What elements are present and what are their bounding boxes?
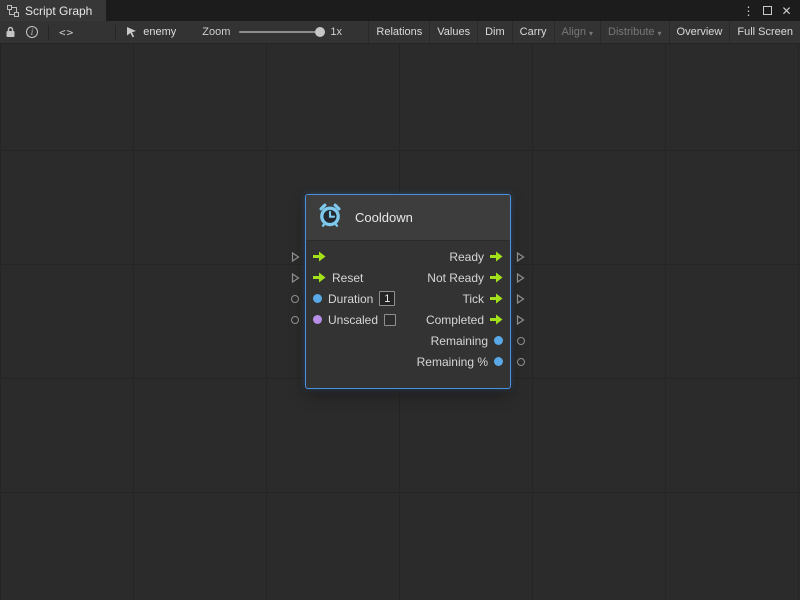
unscaled-input-port[interactable] bbox=[291, 316, 299, 324]
number-port-icon[interactable] bbox=[494, 357, 503, 366]
script-graph-icon bbox=[7, 5, 19, 17]
number-port-icon[interactable] bbox=[313, 294, 322, 303]
values-button[interactable]: Values bbox=[429, 21, 477, 43]
flow-exit-icon[interactable] bbox=[490, 251, 503, 262]
chevron-down-icon: ▾ bbox=[658, 29, 662, 38]
port-label: Not Ready bbox=[427, 272, 484, 284]
port-label: Remaining bbox=[431, 335, 488, 347]
node-title: Cooldown bbox=[355, 210, 413, 225]
button-label: Dim bbox=[485, 26, 505, 38]
carry-button[interactable]: Carry bbox=[512, 21, 554, 43]
node-row: Duration Tick bbox=[306, 288, 510, 309]
toolbar-separator bbox=[115, 25, 116, 40]
alarm-clock-icon bbox=[315, 200, 345, 235]
button-label: Values bbox=[437, 26, 470, 38]
port-label: Tick bbox=[462, 293, 484, 305]
node-row: Unscaled Completed bbox=[306, 309, 510, 330]
flow-exit-icon[interactable] bbox=[490, 314, 503, 325]
flow-input-port[interactable] bbox=[291, 251, 300, 262]
full-screen-button[interactable]: Full Screen bbox=[729, 21, 800, 43]
button-label: Full Screen bbox=[737, 26, 793, 38]
zoom-slider[interactable] bbox=[239, 31, 325, 33]
completed-output-port[interactable] bbox=[516, 314, 525, 325]
dim-button[interactable]: Dim bbox=[477, 21, 512, 43]
tab-script-graph[interactable]: Script Graph bbox=[0, 0, 106, 21]
toolbar-separator bbox=[48, 25, 49, 40]
node-row: Ready bbox=[306, 246, 510, 267]
maximize-button[interactable] bbox=[759, 0, 776, 21]
tick-output-port[interactable] bbox=[516, 293, 525, 304]
code-icon: <> bbox=[59, 26, 74, 39]
flow-enter-icon[interactable] bbox=[313, 251, 326, 262]
port-label: Unscaled bbox=[328, 314, 378, 326]
port-label: Completed bbox=[426, 314, 484, 326]
not-ready-output-port[interactable] bbox=[516, 272, 525, 283]
node-row: Reset Not Ready bbox=[306, 267, 510, 288]
code-preview-button[interactable]: <> bbox=[54, 21, 79, 43]
reset-input-port[interactable] bbox=[291, 272, 300, 283]
distribute-dropdown[interactable]: Distribute ▾ bbox=[600, 21, 668, 43]
flow-exit-icon[interactable] bbox=[490, 272, 503, 283]
node-header[interactable]: Cooldown bbox=[306, 195, 510, 241]
port-label: Remaining % bbox=[417, 356, 488, 368]
align-dropdown[interactable]: Align ▾ bbox=[554, 21, 600, 43]
port-label: Reset bbox=[332, 272, 363, 284]
button-label: Align bbox=[562, 26, 586, 38]
unscaled-checkbox[interactable] bbox=[384, 314, 396, 326]
toolbar-buttons: Relations Values Dim Carry Align ▾ Distr… bbox=[368, 21, 800, 43]
overview-button[interactable]: Overview bbox=[669, 21, 730, 43]
remaining-percent-output-port[interactable] bbox=[517, 358, 525, 366]
cooldown-node[interactable]: Cooldown Ready bbox=[306, 195, 510, 388]
zoom-value: 1x bbox=[330, 26, 342, 38]
flow-enter-icon[interactable] bbox=[313, 272, 326, 283]
graph-pointer-icon bbox=[121, 21, 143, 43]
close-button[interactable]: ✕ bbox=[778, 0, 795, 21]
button-label: Distribute bbox=[608, 26, 654, 38]
lock-button[interactable] bbox=[0, 21, 21, 43]
relations-button[interactable]: Relations bbox=[368, 21, 429, 43]
window-controls: ⋮ ✕ bbox=[740, 0, 800, 21]
tab-title: Script Graph bbox=[25, 4, 92, 18]
button-label: Relations bbox=[376, 26, 422, 38]
info-icon: i bbox=[26, 26, 38, 38]
ready-output-port[interactable] bbox=[516, 251, 525, 262]
maximize-icon bbox=[763, 6, 772, 15]
graph-target-label: enemy bbox=[143, 26, 176, 38]
flow-exit-icon[interactable] bbox=[490, 293, 503, 304]
info-button[interactable]: i bbox=[21, 21, 43, 43]
titlebar: Script Graph ⋮ ✕ bbox=[0, 0, 800, 21]
node-row: Remaining bbox=[306, 330, 510, 351]
button-label: Overview bbox=[677, 26, 723, 38]
port-label: Duration bbox=[328, 293, 373, 305]
chevron-down-icon: ▾ bbox=[589, 29, 593, 38]
number-port-icon[interactable] bbox=[494, 336, 503, 345]
boolean-port-icon[interactable] bbox=[313, 315, 322, 324]
node-body: Ready Reset bbox=[306, 241, 510, 388]
remaining-output-port[interactable] bbox=[517, 337, 525, 345]
node-row: Remaining % bbox=[306, 351, 510, 372]
duration-input-port[interactable] bbox=[291, 295, 299, 303]
button-label: Carry bbox=[520, 26, 547, 38]
duration-value-field[interactable] bbox=[379, 291, 395, 306]
zoom-label: Zoom bbox=[202, 26, 230, 38]
graph-toolbar: i <> enemy Zoom 1x Relations Values Dim … bbox=[0, 21, 800, 44]
window-menu-button[interactable]: ⋮ bbox=[740, 0, 757, 21]
script-graph-window: Script Graph ⋮ ✕ i <> enemy Zoo bbox=[0, 0, 800, 600]
port-label: Ready bbox=[449, 251, 484, 263]
zoom-slider-handle[interactable] bbox=[315, 27, 325, 37]
